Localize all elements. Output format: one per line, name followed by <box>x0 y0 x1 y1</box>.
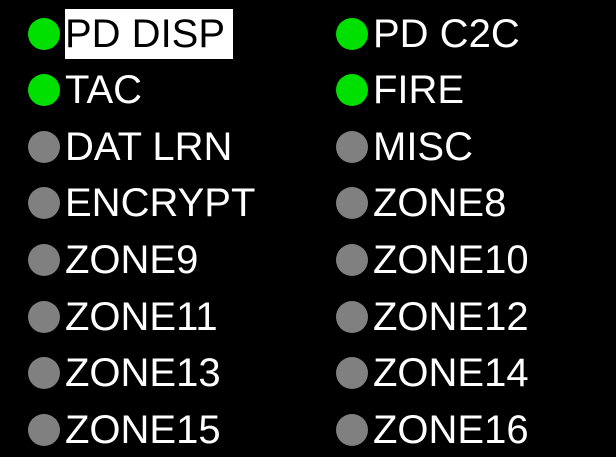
channel-label: ZONE15 <box>65 408 221 452</box>
channel-label: ZONE16 <box>373 408 529 452</box>
status-indicator-icon <box>336 244 368 276</box>
channel-label: DAT LRN <box>65 125 233 169</box>
status-indicator-icon <box>336 18 368 50</box>
channel-label: FIRE <box>373 68 465 112</box>
status-indicator-icon <box>336 414 368 446</box>
channel-label: ZONE10 <box>373 238 529 282</box>
status-indicator-icon <box>336 301 368 333</box>
status-indicator-icon <box>28 301 60 333</box>
status-indicator-icon <box>336 187 368 219</box>
channel-status-panel: PD DISP PD C2C TAC FIRE DAT LRN MISC ENC… <box>0 0 616 457</box>
status-indicator-icon <box>336 74 368 106</box>
channel-label: ZONE14 <box>373 351 529 395</box>
channel-label: PD C2C <box>373 12 520 56</box>
status-indicator-icon <box>28 131 60 163</box>
channel-label: TAC <box>65 68 143 112</box>
status-indicator-icon <box>28 187 60 219</box>
status-indicator-icon <box>28 244 60 276</box>
channel-label: ZONE11 <box>65 295 218 339</box>
status-indicator-icon <box>28 74 60 106</box>
status-indicator-icon <box>336 357 368 389</box>
status-indicator-icon <box>28 357 60 389</box>
channel-label: ENCRYPT <box>65 181 256 225</box>
channel-label: ZONE8 <box>373 181 507 225</box>
channel-label: ZONE12 <box>373 295 529 339</box>
status-indicator-icon <box>336 131 368 163</box>
status-indicator-icon <box>28 18 60 50</box>
status-indicator-icon <box>28 414 60 446</box>
channel-label: ZONE9 <box>65 238 199 282</box>
channel-label: MISC <box>373 125 473 169</box>
channel-label: PD DISP <box>65 9 234 59</box>
channel-label: ZONE13 <box>65 351 221 395</box>
